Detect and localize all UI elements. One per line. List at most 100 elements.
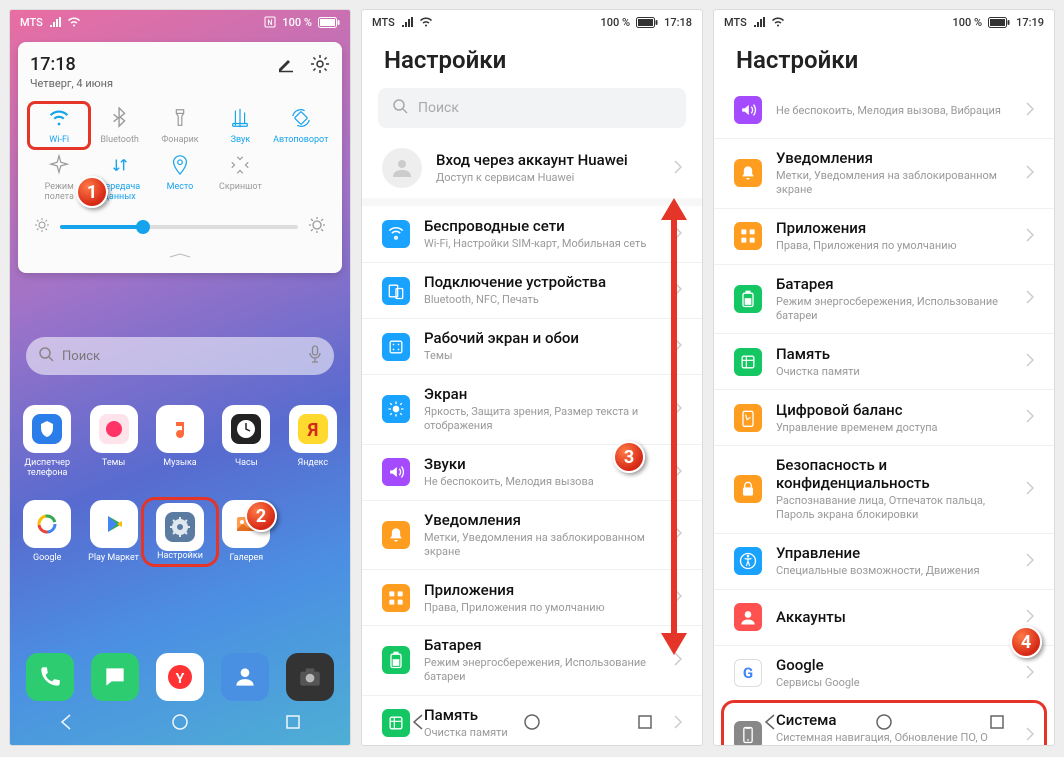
huawei-account-row[interactable]: Вход через аккаунт Huawei Доступ к серви… [362, 138, 702, 198]
airplane-icon [47, 153, 71, 177]
row-subtitle: Очистка памяти [776, 365, 1012, 379]
annotation-3: 3 [613, 441, 645, 473]
row-title: Приложения [424, 581, 660, 599]
nav-home-icon[interactable] [521, 711, 543, 737]
chevron-right-icon [1026, 608, 1034, 627]
page-title: Настройки [714, 34, 1054, 82]
row-subtitle: Яркость, Защита зрения, Размер текста и … [424, 405, 660, 434]
apps-icon [382, 584, 410, 612]
tile-flashlight[interactable]: Фонарик [151, 104, 209, 147]
app-icon [90, 405, 138, 453]
carrier-text: MTS [20, 16, 43, 29]
tile-sound[interactable]: Звук [211, 104, 269, 147]
row-subtitle: Доступ к сервисам Huawei [436, 171, 660, 185]
dock-messages[interactable] [83, 653, 148, 701]
row-title: Рабочий экран и обои [424, 329, 660, 347]
dock-contacts[interactable] [212, 653, 277, 701]
nav-recents-icon[interactable] [282, 711, 304, 737]
nav-home-icon[interactable] [169, 711, 191, 737]
brightness-high-icon [308, 216, 326, 238]
chevron-right-icon [674, 525, 682, 544]
carrier-text: MTS [724, 16, 747, 29]
settings-row-google[interactable]: GGoogleСервисы Google [714, 645, 1054, 701]
app-label: Play Маркет [88, 553, 139, 563]
nav-recents-icon[interactable] [634, 711, 656, 737]
row-title: Безопасность и конфиденциальность [776, 456, 1012, 492]
settings-row-digital[interactable]: Цифровой балансУправление временем досту… [714, 389, 1054, 445]
row-subtitle: Распознавание лица, Отпечаток пальца, Па… [776, 494, 1012, 523]
dock-phone[interactable] [18, 653, 83, 701]
nav-back-icon[interactable] [56, 711, 78, 737]
app-google[interactable]: Google [14, 500, 80, 564]
time-text: 17:18 [30, 54, 113, 75]
chevron-right-icon [1026, 227, 1034, 246]
app-темы[interactable]: Темы [80, 405, 146, 478]
settings-list[interactable]: Не беспокоить, Мелодия вызова, ВибрацияУ… [714, 82, 1054, 745]
dock-browser[interactable]: Y [148, 653, 213, 701]
tile-bluetooth[interactable]: Bluetooth [90, 104, 148, 147]
nav-home-icon[interactable] [873, 711, 895, 737]
dock-camera[interactable] [277, 653, 342, 701]
settings-row-accounts[interactable]: Аккаунты [714, 589, 1054, 645]
settings-row-notifications[interactable]: УведомленияМетки, Уведомления на заблоки… [362, 500, 702, 570]
app-play-маркет[interactable]: Play Маркет [80, 500, 146, 564]
mic-icon[interactable] [308, 345, 322, 367]
flashlight-icon [168, 106, 192, 130]
display-icon [382, 395, 410, 423]
app-музыка[interactable]: Музыка [147, 405, 213, 478]
tile-label: Звук [231, 135, 251, 145]
accessibility-icon [734, 547, 762, 575]
home-search-bar[interactable]: Поиск [26, 337, 334, 375]
brightness-slider[interactable] [60, 225, 298, 229]
time-text: 17:18 [664, 16, 692, 29]
tile-wifi[interactable]: Wi-Fi [30, 104, 88, 147]
settings-row-sounds[interactable]: ЗвукиНе беспокоить, Мелодия вызова [362, 444, 702, 500]
nav-back-icon[interactable] [408, 711, 430, 737]
battery-icon [318, 17, 340, 28]
settings-row-battery[interactable]: БатареяРежим энергосбережения, Использов… [714, 264, 1054, 334]
row-title: Приложения [776, 219, 1012, 237]
settings-row-wireless[interactable]: Беспроводные сетиWi-Fi, Настройки SIM-ка… [362, 206, 702, 262]
battery-text: 100 % [282, 16, 312, 29]
tile-label: Фонарик [161, 135, 198, 145]
settings-row-sounds-partial[interactable]: Не беспокоить, Мелодия вызова, Вибрация [714, 82, 1054, 138]
wifi-icon [67, 17, 81, 27]
nav-back-icon[interactable] [760, 711, 782, 737]
search-icon [392, 98, 408, 118]
row-title: Уведомления [776, 149, 1012, 167]
settings-row-security[interactable]: Безопасность и конфиденциальностьРаспозн… [714, 445, 1054, 533]
settings-row-devices[interactable]: Подключение устройстваBluetooth, NFC, Пе… [362, 262, 702, 318]
tile-location[interactable]: Место [151, 151, 209, 204]
edit-icon[interactable] [276, 54, 296, 78]
wifi-icon [419, 17, 433, 27]
settings-row-accessibility[interactable]: УправлениеСпециальные возможности, Движе… [714, 533, 1054, 589]
settings-row-notifications[interactable]: Уведомления Метки, Уведомления на заблоки… [714, 138, 1054, 208]
chevron-right-icon [1026, 480, 1034, 499]
nav-recents-icon[interactable] [986, 711, 1008, 737]
chevron-right-icon [674, 337, 682, 356]
sounds-icon [382, 458, 410, 486]
chevron-right-icon [674, 463, 682, 482]
settings-row-apps[interactable]: ПриложенияПрава, Приложения по умолчанию [714, 208, 1054, 264]
app-часы[interactable]: Часы [213, 405, 279, 478]
battery-icon [988, 17, 1010, 28]
panel-handle[interactable] [30, 244, 330, 263]
gear-icon[interactable] [310, 54, 330, 78]
settings-row-battery[interactable]: БатареяРежим энергосбережения, Использов… [362, 625, 702, 695]
status-bar: MTS N 100 % [10, 10, 350, 34]
settings-search[interactable]: Поиск [378, 88, 686, 128]
settings-list[interactable]: Вход через аккаунт Huawei Доступ к серви… [362, 138, 702, 745]
settings-row-apps[interactable]: ПриложенияПрава, Приложения по умолчанию [362, 569, 702, 625]
row-subtitle: Метки, Уведомления на заблокированном эк… [776, 169, 1012, 198]
app-диспетчер-телефона[interactable]: Диспетчер телефона [14, 405, 80, 478]
sound-icon [228, 106, 252, 130]
settings-row-memory[interactable]: ПамятьОчистка памяти [714, 333, 1054, 389]
app-icon [156, 503, 204, 551]
tile-autorotate[interactable]: Автоповорот [272, 104, 330, 147]
settings-row-display[interactable]: ЭкранЯркость, Защита зрения, Размер текс… [362, 374, 702, 444]
tile-screenshot[interactable]: Скриншот [211, 151, 269, 204]
app-яндекс[interactable]: ЯЯндекс [280, 405, 346, 478]
wifi-icon [771, 17, 785, 27]
app-настройки[interactable]: Настройки [147, 500, 213, 564]
settings-row-home[interactable]: Рабочий экран и обоиТемы [362, 318, 702, 374]
